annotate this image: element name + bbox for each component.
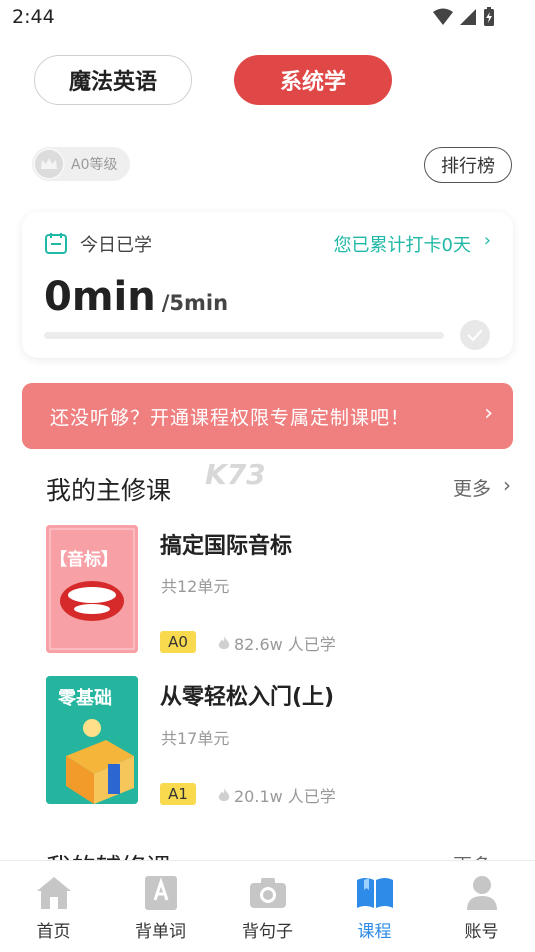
cover-text: 【音标】 bbox=[50, 550, 118, 570]
course-title: 搞定国际音标 bbox=[160, 534, 293, 559]
course-cover-phonetics[interactable]: 【音标】 bbox=[46, 525, 138, 653]
nav-label: 账号 bbox=[464, 922, 499, 942]
progress-bar bbox=[44, 332, 444, 339]
flame-icon bbox=[218, 787, 230, 801]
vocab-card-icon bbox=[141, 873, 181, 913]
nav-item-sentences[interactable]: 背句子 bbox=[214, 861, 321, 952]
learners-count: 82.6w 人已学 bbox=[234, 635, 336, 654]
course-level-badge: A0 bbox=[160, 631, 196, 653]
minutes-value: 0min bbox=[44, 274, 156, 320]
today-study-card: 今日已学 您已累计打卡0天 › 0min/5min bbox=[22, 212, 513, 358]
minutes-goal: /5min bbox=[161, 291, 229, 315]
wifi-icon bbox=[433, 8, 453, 25]
promo-text: 还没听够？开通课程权限专属定制课吧！ bbox=[50, 406, 411, 429]
person-icon bbox=[462, 873, 502, 913]
home-icon bbox=[34, 873, 74, 913]
today-label: 今日已学 bbox=[80, 235, 152, 256]
calendar-icon bbox=[45, 233, 67, 254]
level-label: A0等级 bbox=[71, 157, 118, 173]
nav-label: 背句子 bbox=[242, 922, 293, 942]
nav-label: 首页 bbox=[36, 922, 71, 942]
course-title: 从零轻松入门(上) bbox=[160, 685, 335, 710]
course-cover-beginner[interactable]: 零基础 bbox=[46, 676, 138, 804]
nav-label: 背单词 bbox=[135, 922, 186, 942]
nav-item-account[interactable]: 账号 bbox=[428, 861, 535, 952]
chevron-right-icon[interactable]: › bbox=[503, 473, 511, 497]
check-icon bbox=[460, 320, 490, 350]
tab-systematic[interactable]: 系统学 bbox=[234, 55, 392, 105]
level-badge[interactable]: A0等级 bbox=[32, 147, 130, 181]
chevron-right-icon: › bbox=[484, 401, 493, 426]
nav-item-courses[interactable]: 课程 bbox=[321, 861, 428, 952]
course-units: 共12单元 bbox=[161, 577, 230, 596]
learners-count: 20.1w 人已学 bbox=[234, 787, 336, 806]
crown-icon bbox=[33, 148, 65, 180]
nav-item-vocab[interactable]: 背单词 bbox=[107, 861, 214, 952]
major-courses-title: 我的主修课 bbox=[46, 476, 172, 505]
tab-magic-english[interactable]: 魔法英语 bbox=[34, 55, 192, 105]
leaderboard-button[interactable]: 排行榜 bbox=[424, 147, 512, 183]
signal-icon bbox=[460, 9, 476, 25]
status-icons bbox=[433, 7, 495, 27]
watermark-logo: K73 bbox=[205, 458, 266, 491]
nav-item-home[interactable]: 首页 bbox=[0, 861, 107, 952]
course-level-badge: A1 bbox=[160, 783, 196, 805]
camera-icon bbox=[248, 873, 288, 913]
major-more-link[interactable]: 更多 bbox=[453, 474, 491, 501]
bottom-nav: 首页 背单词 背句子 课程 账号 bbox=[0, 860, 535, 952]
chevron-right-icon[interactable]: › bbox=[484, 230, 491, 251]
promo-banner[interactable]: 还没听够？开通课程权限专属定制课吧！ › bbox=[22, 383, 513, 449]
checkin-link[interactable]: 您已累计打卡0天 bbox=[334, 231, 471, 257]
minutes-studied: 0min/5min bbox=[44, 274, 228, 320]
status-time: 2:44 bbox=[12, 6, 55, 28]
course-learners: 82.6w 人已学 bbox=[218, 631, 336, 655]
course-units: 共17单元 bbox=[161, 729, 230, 748]
battery-icon bbox=[484, 7, 494, 26]
cover-text: 零基础 bbox=[58, 688, 112, 709]
flame-icon bbox=[218, 635, 230, 649]
nav-label: 课程 bbox=[357, 922, 392, 942]
course-learners: 20.1w 人已学 bbox=[218, 783, 336, 807]
book-icon bbox=[355, 873, 395, 913]
